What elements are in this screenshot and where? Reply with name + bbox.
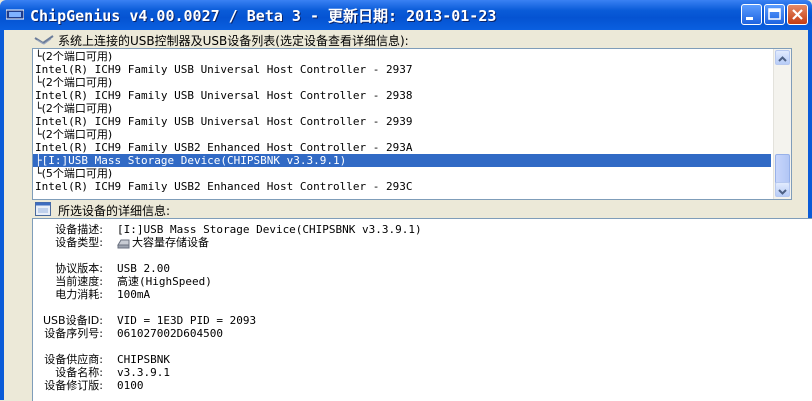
detail-field-value: 高速(HighSpeed) xyxy=(117,275,212,288)
title-bar[interactable]: ChipGenius v4.00.0027 / Beta 3 - 更新日期: 2… xyxy=(0,0,812,30)
detail-field-label: 电力消耗: xyxy=(55,288,103,301)
port-count-item[interactable]: └(2个端口可用) xyxy=(35,128,112,141)
detail-field-label: 设备修订版: xyxy=(44,379,103,392)
detail-field-value: 0100 xyxy=(117,379,144,392)
device-list-label: 系统上连接的USB控制器及USB设备列表(选定设备查看详细信息): xyxy=(58,34,409,48)
detail-field-value: CHIPSBNK xyxy=(117,353,170,366)
window-frame-left xyxy=(0,30,4,400)
detail-field-label: 设备供应商: xyxy=(44,353,103,366)
detail-field-value: 061027002D604500 xyxy=(117,327,223,340)
port-count-item[interactable]: └(5个端口可用) xyxy=(35,167,112,180)
minimize-button[interactable] xyxy=(741,4,762,25)
storage-device-icon xyxy=(117,239,130,249)
detail-field-label: 设备类型: xyxy=(55,236,103,249)
port-count-item[interactable]: └(2个端口可用) xyxy=(35,50,112,63)
host-controller-item[interactable]: Intel(R) ICH9 Family USB Universal Host … xyxy=(35,63,413,76)
detail-field-label xyxy=(33,249,103,263)
detail-field-value: [I:]USB Mass Storage Device(CHIPSBNK v3.… xyxy=(117,223,422,236)
maximize-button[interactable] xyxy=(764,4,785,25)
host-controller-item[interactable]: Intel(R) ICH9 Family USB2 Enhanced Host … xyxy=(35,141,413,154)
host-controller-item[interactable]: Intel(R) ICH9 Family USB2 Enhanced Host … xyxy=(35,180,413,193)
minimize-icon xyxy=(746,17,753,20)
port-count-item[interactable]: └(2个端口可用) xyxy=(35,102,112,115)
detail-field-label: 设备名称: xyxy=(55,366,103,379)
details-window-icon xyxy=(35,202,51,216)
scroll-up-button[interactable] xyxy=(775,50,790,65)
chevron-down-icon xyxy=(778,189,787,195)
device-list-scrollbar[interactable] xyxy=(773,49,791,199)
detail-field-value: v3.3.9.1 xyxy=(117,366,170,379)
detail-field-label: 设备描述: xyxy=(55,223,103,236)
detail-field-value: 100mA xyxy=(117,288,151,301)
chipgenius-app-icon xyxy=(6,9,24,20)
detail-field-value: VID = 1E3D PID = 2093 xyxy=(117,314,257,327)
detail-field-label: 设备序列号: xyxy=(44,327,103,340)
detail-field-label xyxy=(33,340,103,354)
chevron-up-icon xyxy=(778,56,787,62)
usb-list-icon xyxy=(34,35,54,45)
device-details-panel[interactable]: 设备描述: [I:]USB Mass Storage Device(CHIPSBN… xyxy=(32,218,812,401)
device-list[interactable]: └(2个端口可用) Intel(R) ICH9 Family USB Univer… xyxy=(32,48,792,200)
chipgenius-window: ChipGenius v4.00.0027 / Beta 3 - 更新日期: 2… xyxy=(0,0,812,401)
close-icon xyxy=(792,9,803,20)
detail-field-label: 协议版本: xyxy=(55,262,103,275)
host-controller-item[interactable]: Intel(R) ICH9 Family USB Universal Host … xyxy=(35,89,413,102)
detail-field-label xyxy=(33,301,103,315)
host-controller-item[interactable]: Intel(R) ICH9 Family USB Universal Host … xyxy=(35,115,413,128)
close-button[interactable] xyxy=(787,4,808,25)
usb-device-item[interactable]: ├[I:]USB Mass Storage Device(CHIPSBNK v3… xyxy=(33,154,771,167)
scroll-thumb[interactable] xyxy=(775,154,790,184)
port-count-item[interactable]: └(2个端口可用) xyxy=(35,76,112,89)
maximize-icon xyxy=(768,8,781,20)
detail-field-label: USB设备ID: xyxy=(42,314,103,327)
detail-field-value: USB 2.00 xyxy=(117,262,170,275)
detail-field-value: 大容量存储设备 xyxy=(132,236,209,249)
scroll-down-button[interactable] xyxy=(775,182,790,197)
window-title: ChipGenius v4.00.0027 / Beta 3 - 更新日期: 2… xyxy=(30,7,497,25)
detail-field-label: 当前速度: xyxy=(55,275,103,288)
details-label: 所选设备的详细信息: xyxy=(58,204,171,218)
